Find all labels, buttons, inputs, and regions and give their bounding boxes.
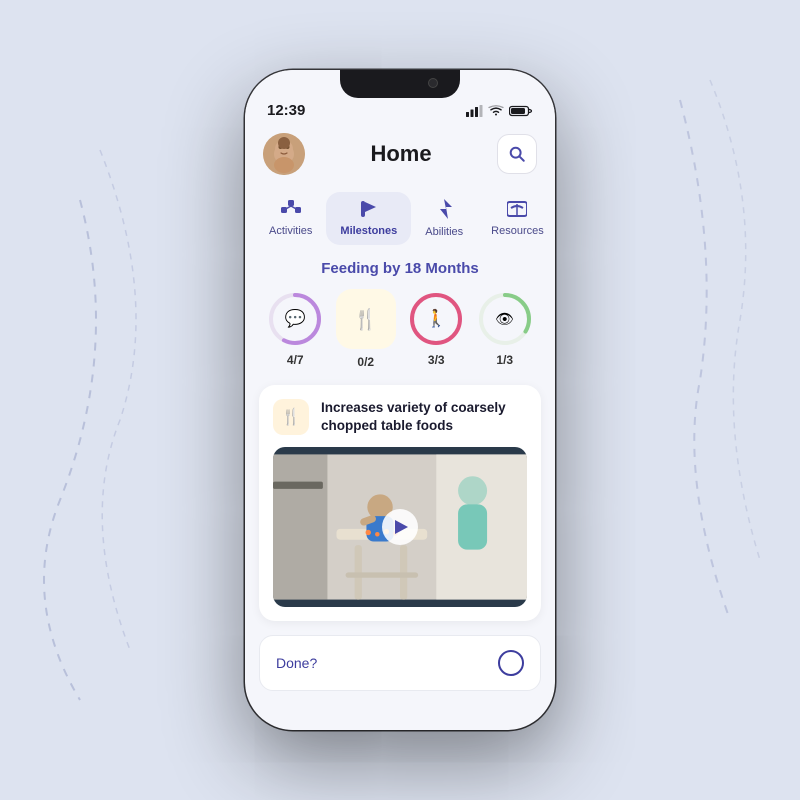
progress-label-fork: 0/2 xyxy=(357,355,374,369)
wifi-icon xyxy=(488,105,504,117)
tab-activities-label: Activities xyxy=(269,225,312,237)
abilities-icon xyxy=(436,199,452,222)
avatar xyxy=(263,133,305,175)
section-title: Feeding by 18 Months xyxy=(245,256,555,289)
battery-icon xyxy=(509,105,533,117)
done-row[interactable]: Done? xyxy=(259,635,541,691)
tab-abilities[interactable]: Abilities xyxy=(411,191,477,246)
progress-item-chat[interactable]: 💬 4/7 xyxy=(267,291,323,367)
app-content: Home xyxy=(245,125,555,730)
progress-item-walk[interactable]: 🚶 3/3 xyxy=(408,291,464,367)
page-title: Home xyxy=(370,141,431,167)
activity-header: 🍴 Increases variety of coarsely chopped … xyxy=(273,399,527,435)
tab-milestones-label: Milestones xyxy=(340,225,397,237)
signal-icon xyxy=(466,105,483,117)
progress-item-eye[interactable]: 👁 1/3 xyxy=(477,291,533,367)
search-button[interactable] xyxy=(497,134,537,174)
progress-label-chat: 4/7 xyxy=(287,353,304,367)
progress-label-walk: 3/3 xyxy=(428,353,445,367)
resources-icon xyxy=(507,200,527,221)
tab-activities[interactable]: Activities xyxy=(255,192,326,245)
phone-shell: 12:39 xyxy=(245,70,555,730)
tab-milestones[interactable]: Milestones xyxy=(326,192,411,245)
app-header: Home xyxy=(245,125,555,185)
progress-item-fork[interactable]: 🍴 0/2 xyxy=(336,289,396,369)
tab-abilities-label: Abilities xyxy=(425,226,463,238)
activities-icon xyxy=(281,200,301,221)
activity-card: 🍴 Increases variety of coarsely chopped … xyxy=(259,385,541,621)
status-time: 12:39 xyxy=(267,102,305,119)
progress-row: 💬 4/7 🍴 0/2 � xyxy=(245,289,555,385)
activity-icon: 🍴 xyxy=(273,399,309,435)
phone-screen: 12:39 xyxy=(245,70,555,730)
camera xyxy=(428,78,438,88)
phone-notch xyxy=(340,70,460,98)
done-checkbox[interactable] xyxy=(498,650,524,676)
milestones-icon xyxy=(360,200,378,221)
tab-resources-label: Resources xyxy=(491,225,544,237)
nav-tabs: Activities Milestones xyxy=(245,185,555,256)
done-label: Done? xyxy=(276,655,317,671)
activity-title: Increases variety of coarsely chopped ta… xyxy=(321,399,527,435)
video-thumbnail[interactable] xyxy=(273,447,527,607)
status-icons xyxy=(466,105,533,117)
progress-label-eye: 1/3 xyxy=(496,353,513,367)
tab-resources[interactable]: Resources xyxy=(477,192,555,245)
